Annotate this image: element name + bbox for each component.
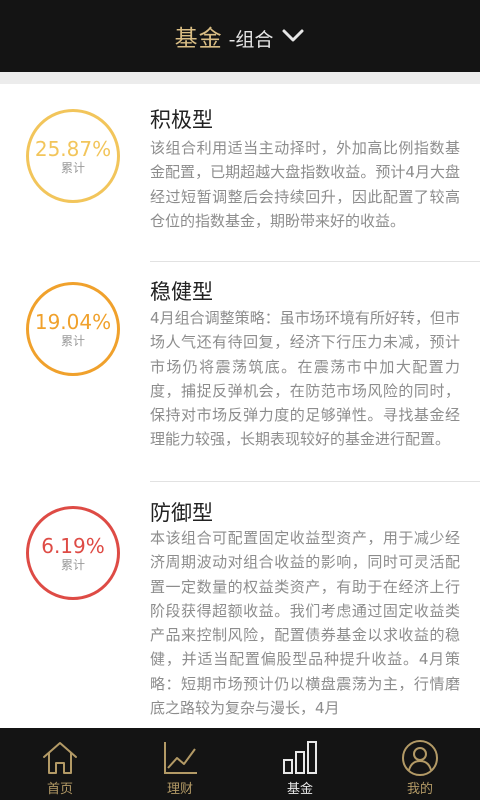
portfolio-description: 该组合利用适当主动择时，外加高比例指数基金配置，已期超越大盘指数收益。预计4月大… — [150, 139, 460, 230]
home-icon — [43, 742, 77, 774]
tab-fund[interactable]: 基金 — [240, 728, 360, 800]
portfolio-type-selector[interactable]: 基金 -组合 — [175, 19, 306, 53]
header-spacer — [0, 72, 480, 84]
chevron-down-icon[interactable] — [281, 28, 305, 44]
portfolio-name: 稳健型 — [150, 280, 213, 304]
portfolio-name: 积极型 — [150, 108, 213, 132]
tab-home[interactable]: 首页 — [0, 728, 120, 800]
return-label: 累计 — [60, 161, 85, 175]
tab-label: 我的 — [406, 782, 433, 797]
portfolio-description: 本该组合可配置固定收益型资产，用于减少经济周期波动对组合收益的影响，同时可灵活配… — [150, 529, 460, 718]
tab-label: 首页 — [46, 782, 73, 797]
portfolio-name: 防御型 — [150, 501, 213, 525]
tab-label: 理财 — [166, 782, 193, 797]
page-title: 基金 — [174, 26, 223, 52]
tab-label: 基金 — [286, 782, 313, 797]
return-ring: 25.87% 累计 — [26, 109, 120, 203]
top-bar: 基金 -组合 — [0, 0, 480, 72]
return-ring: 6.19% 累计 — [26, 506, 120, 600]
return-percentage: 6.19% — [41, 534, 105, 558]
return-percentage: 25.87% — [34, 137, 112, 161]
return-label: 累计 — [60, 558, 85, 572]
chart-line-icon — [164, 742, 197, 774]
bottom-tab-bar: 首页 理财 基金 我的 — [0, 728, 480, 800]
user-icon — [402, 740, 438, 776]
page-subtitle: -组合 — [228, 29, 274, 51]
return-ring: 19.04% 累计 — [26, 282, 120, 376]
tab-mine[interactable]: 我的 — [360, 728, 480, 800]
portfolio-description: 4月组合调整策略：虽市场环境有所好转，但市场人气还有待回复，经济下行压力未减，预… — [150, 309, 460, 449]
bar-chart-icon — [283, 741, 317, 774]
portfolio-list[interactable]: 25.87% 累计 积极型 该组合利用适当主动择时，外加高比例指数基金配置，已期… — [0, 84, 480, 728]
tab-finance[interactable]: 理财 — [120, 728, 240, 800]
portfolio-card-balanced[interactable]: 19.04% 累计 稳健型 4月组合调整策略：虽市场环境有所好转，但市场人气还有… — [0, 262, 480, 482]
return-percentage: 19.04% — [34, 310, 112, 334]
portfolio-card-aggressive[interactable]: 25.87% 累计 积极型 该组合利用适当主动择时，外加高比例指数基金配置，已期… — [0, 84, 480, 262]
return-label: 累计 — [60, 334, 85, 348]
portfolio-card-defensive[interactable]: 6.19% 累计 防御型 本该组合可配置固定收益型资产，用于减少经济周期波动对组… — [0, 482, 480, 728]
